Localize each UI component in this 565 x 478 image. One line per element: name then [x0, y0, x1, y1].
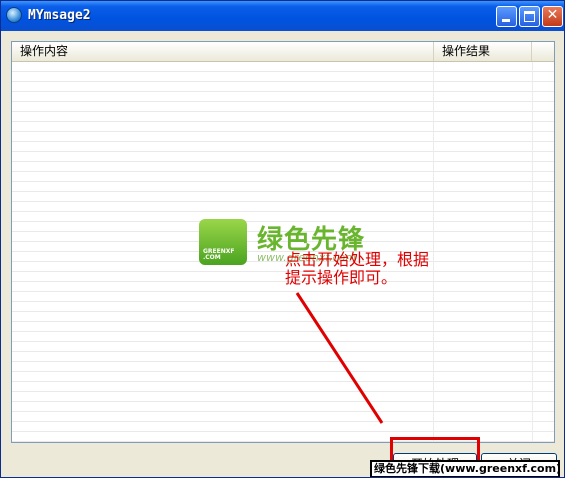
annotation-arrow-line: [295, 292, 384, 424]
app-window: MYmsage2 ✕ 操作内容 操作结果 GREENXF .COM 绿色先锋 w…: [0, 0, 565, 478]
watermark-banner: 绿色先锋下载(www.greenxf.com): [370, 460, 560, 477]
annotation-arrow: [295, 292, 384, 424]
